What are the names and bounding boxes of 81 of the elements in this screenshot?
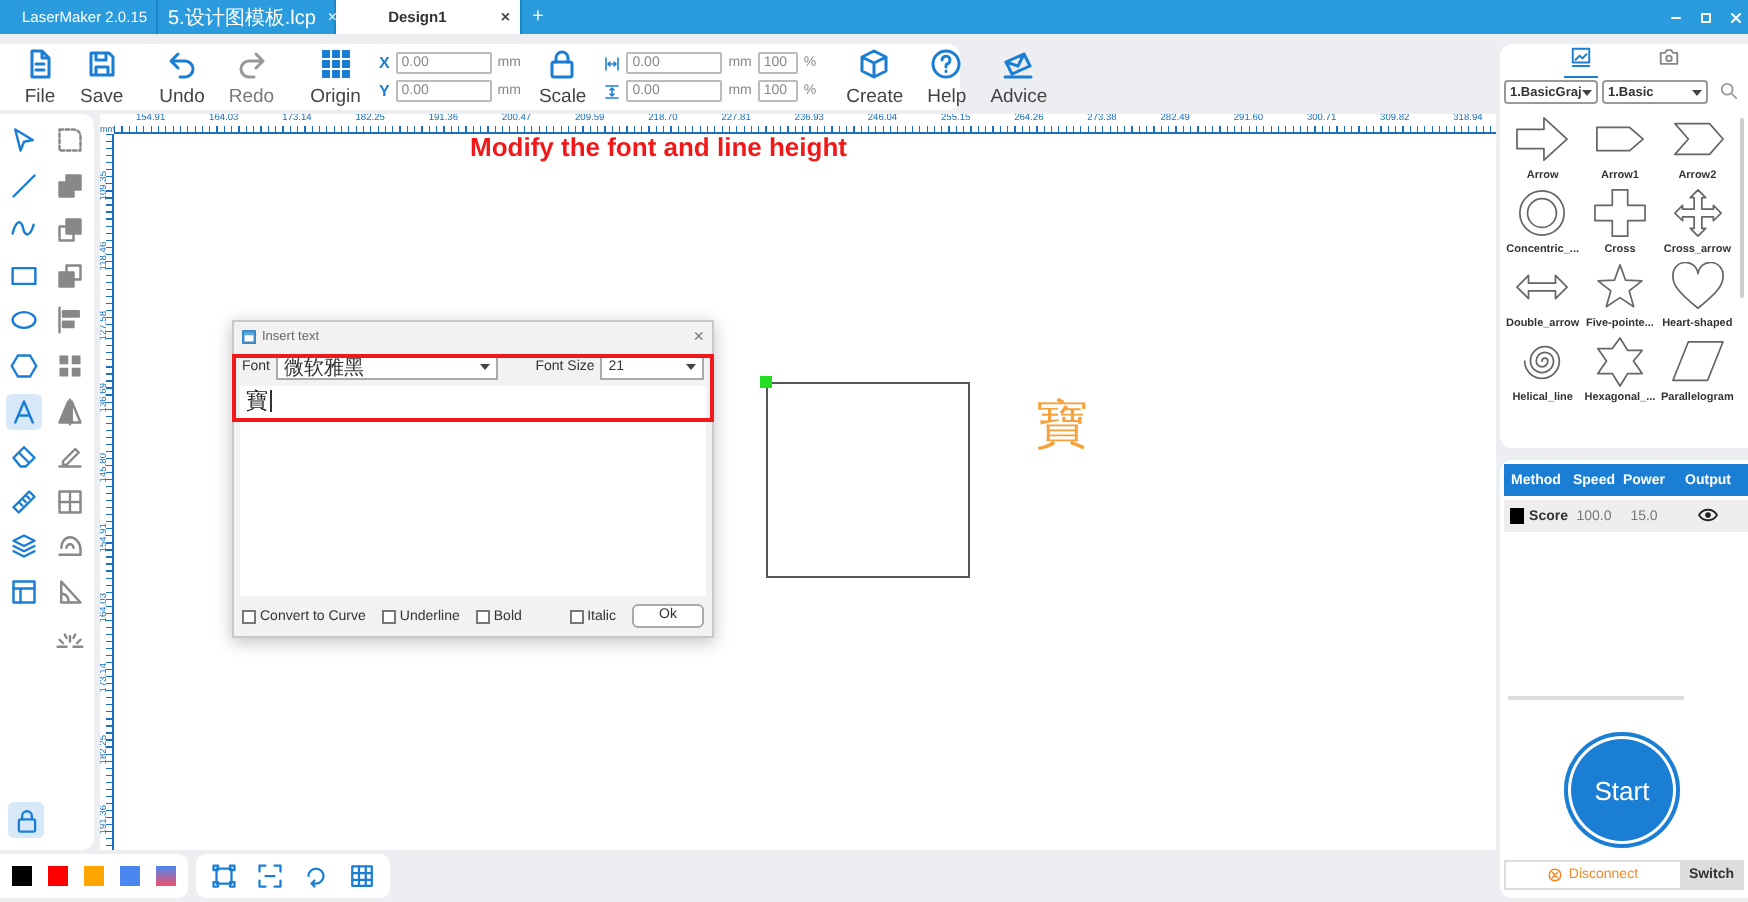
toolbar-button[interactable]: File: [12, 47, 68, 107]
ellipse-icon: [9, 306, 38, 335]
toolbar-button[interactable]: Advice: [978, 47, 1060, 107]
cancel-icon: [1548, 868, 1563, 882]
selection-handle[interactable]: [760, 376, 772, 388]
axis-label: X: [378, 54, 390, 72]
cross-icon: [1589, 188, 1650, 240]
subtract-icon: [56, 216, 85, 245]
close-icon: [1730, 11, 1742, 23]
toolbar-button[interactable]: Help: [915, 47, 979, 107]
camera-icon: [1657, 45, 1679, 67]
maximize-icon: [1700, 11, 1712, 23]
panel-tab[interactable]: [1563, 44, 1597, 77]
axis-label: Y: [378, 82, 390, 100]
heart-icon: [1667, 262, 1728, 314]
grid-icon: [350, 864, 374, 888]
rotate-icon: [304, 864, 328, 888]
minimize-icon: [1670, 11, 1682, 23]
color-swatch[interactable]: [120, 866, 140, 886]
checkbox-box[interactable]: [381, 609, 396, 623]
width-icon: [604, 55, 621, 71]
toolbar-button[interactable]: Origin: [298, 47, 373, 107]
toolbar-button[interactable]: Scale: [526, 47, 599, 107]
ruler-icon: [9, 487, 38, 516]
close-button[interactable]: ×: [693, 326, 704, 346]
color-swatch[interactable]: [48, 866, 68, 886]
picture-frame-icon: [1569, 45, 1591, 67]
caret-icon: [479, 364, 490, 370]
rectangle-shape[interactable]: [766, 382, 970, 578]
angle-icon: [56, 577, 85, 606]
layers-icon: [9, 532, 38, 561]
caret-icon: [1582, 89, 1592, 95]
lock-button[interactable]: [8, 802, 44, 838]
line-icon: [9, 171, 38, 200]
tile-icon: [56, 351, 85, 380]
array-icon: [56, 487, 85, 516]
lock-icon: [13, 807, 39, 833]
scan-icon: [258, 864, 282, 888]
cube-icon: [858, 47, 891, 79]
align-icon: [56, 306, 85, 335]
undo-icon: [166, 47, 199, 79]
rectangle-icon: [9, 261, 38, 290]
floppy-icon: [85, 47, 118, 79]
start-button[interactable]: Start: [1564, 732, 1680, 848]
eye-icon: [1698, 507, 1718, 521]
toolbar-button[interactable]: Undo: [147, 47, 217, 107]
annotation-text: Modify the font and line height: [470, 132, 847, 162]
grid-icon: [319, 47, 352, 79]
caret-icon: [1692, 89, 1702, 95]
eraser-icon: [9, 442, 38, 471]
checkbox-box[interactable]: [569, 609, 584, 623]
checkbox-box[interactable]: [242, 609, 256, 623]
toolbar-button[interactable]: Save: [68, 47, 136, 107]
tool-button[interactable]: [5, 393, 42, 430]
envelope-icon: [1002, 47, 1035, 79]
checkbox-box[interactable]: [475, 609, 490, 623]
rounded-corner-icon: [56, 126, 85, 154]
window-icon: [242, 329, 256, 343]
cursor-icon: [9, 126, 38, 154]
pen-line-icon: [56, 442, 85, 471]
stamp-icon: [56, 532, 85, 561]
mirror-icon: [56, 397, 85, 426]
hexagon-icon: [9, 351, 38, 380]
caret-icon: [686, 364, 696, 370]
redo-icon: [235, 47, 268, 79]
help-icon: [930, 47, 963, 79]
layout-icon: [9, 577, 38, 606]
height-icon: [604, 83, 621, 99]
text-input[interactable]: 寶: [240, 386, 706, 596]
color-swatch[interactable]: [12, 866, 32, 886]
color-swatch[interactable]: [156, 866, 176, 886]
frame-icon: [212, 864, 236, 888]
search-icon: [1720, 81, 1738, 99]
union-icon: [56, 171, 85, 200]
tab-close-button[interactable]: ×: [500, 8, 510, 26]
text-tool-icon: [9, 397, 38, 426]
color-swatch[interactable]: [84, 866, 104, 886]
lock-icon: [546, 47, 579, 79]
toolbar-button[interactable]: Create: [834, 47, 916, 107]
arrow-icon: [1512, 114, 1573, 166]
intersect-icon: [56, 261, 85, 290]
